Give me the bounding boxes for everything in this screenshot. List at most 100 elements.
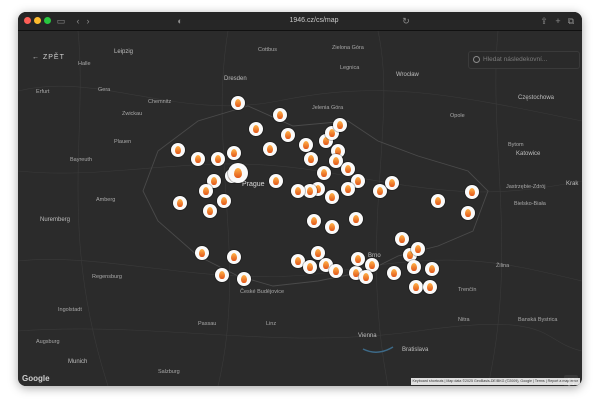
city-label: Nuremberg xyxy=(40,217,71,223)
city-label: Regensburg xyxy=(92,274,122,280)
fire-marker[interactable] xyxy=(407,260,421,274)
fire-marker[interactable] xyxy=(461,206,475,220)
report-error-link[interactable]: Report a map error xyxy=(548,379,578,383)
city-label: Linz xyxy=(266,321,277,327)
search-box[interactable]: Hledat následekovní... xyxy=(468,51,580,69)
share-icon[interactable]: ⇪ xyxy=(540,15,548,27)
fire-marker[interactable] xyxy=(203,204,217,218)
browser-window: ▭ ‹ › ◐ 1946.cz/cs/map ↻ ⇪ + ⧉ Leipzig D… xyxy=(18,12,582,386)
browser-titlebar: ▭ ‹ › ◐ 1946.cz/cs/map ↻ ⇪ + ⧉ xyxy=(18,12,582,31)
fire-marker[interactable] xyxy=(171,143,185,157)
terms-link[interactable]: Terms xyxy=(535,379,545,383)
fire-marker[interactable] xyxy=(423,280,437,294)
fire-marker[interactable] xyxy=(281,128,295,142)
fire-marker[interactable] xyxy=(325,190,339,204)
fire-marker-cluster[interactable] xyxy=(228,163,248,183)
fire-marker[interactable] xyxy=(317,166,331,180)
city-label: Augsburg xyxy=(36,339,60,345)
city-label: Katowice xyxy=(516,151,541,157)
city-label: Vienna xyxy=(358,333,377,339)
fire-marker[interactable] xyxy=(173,196,187,210)
city-label: Passau xyxy=(198,321,217,327)
fire-marker[interactable] xyxy=(227,250,241,264)
city-label: Ingolstadt xyxy=(58,307,82,313)
sidebar-toggle-icon[interactable]: ▭ xyxy=(56,15,66,27)
fire-marker[interactable] xyxy=(273,108,287,122)
fire-marker[interactable] xyxy=(269,174,283,188)
city-label: Halle xyxy=(78,61,91,67)
city-label: Amberg xyxy=(96,197,116,203)
fire-marker[interactable] xyxy=(325,220,339,234)
map-background xyxy=(18,31,582,386)
fire-marker[interactable] xyxy=(395,232,409,246)
fire-marker[interactable] xyxy=(465,185,479,199)
fire-marker[interactable] xyxy=(199,184,213,198)
city-label: Prague xyxy=(242,181,265,188)
city-label: Legnica xyxy=(340,65,360,71)
fire-marker[interactable] xyxy=(409,280,423,294)
city-label: Bayreuth xyxy=(70,157,93,163)
city-label: Dresden xyxy=(224,76,247,82)
fire-marker[interactable] xyxy=(387,266,401,280)
fire-marker[interactable] xyxy=(211,152,225,166)
city-label: Gera xyxy=(98,87,111,93)
search-icon xyxy=(473,56,480,63)
city-label: Bielsko-Biała xyxy=(514,201,546,207)
back-label: ZPĚT xyxy=(42,54,65,61)
fire-marker[interactable] xyxy=(303,260,317,274)
fire-marker[interactable] xyxy=(303,184,317,198)
fire-marker[interactable] xyxy=(195,246,209,260)
city-label: Jelenia Góra xyxy=(312,105,344,111)
fire-marker[interactable] xyxy=(249,122,263,136)
city-label: Bratislava xyxy=(402,347,429,353)
google-logo: Google xyxy=(22,374,50,383)
fire-marker[interactable] xyxy=(411,242,425,256)
city-label: Nitra xyxy=(458,317,470,323)
fire-marker[interactable] xyxy=(304,152,318,166)
fire-marker[interactable] xyxy=(215,268,229,282)
map-canvas[interactable]: Leipzig Dresden Wrocław Częstochowa Prag… xyxy=(18,31,582,386)
back-arrow-icon[interactable]: ‹ xyxy=(74,15,82,27)
address-bar[interactable]: 1946.cz/cs/map xyxy=(194,15,426,27)
minimize-window-button[interactable] xyxy=(34,17,41,24)
fire-marker[interactable] xyxy=(431,194,445,208)
forward-arrow-icon[interactable]: › xyxy=(84,15,92,27)
close-window-button[interactable] xyxy=(24,17,31,24)
fire-marker[interactable] xyxy=(341,182,355,196)
privacy-shield-icon[interactable]: ◐ xyxy=(176,15,184,27)
city-label: Plauen xyxy=(114,139,132,145)
reload-icon[interactable]: ↻ xyxy=(402,15,410,27)
city-label: Erfurt xyxy=(36,89,50,95)
city-label: Leipzig xyxy=(114,49,134,55)
fire-marker[interactable] xyxy=(385,176,399,190)
fire-marker[interactable] xyxy=(349,212,363,226)
fire-marker[interactable] xyxy=(425,262,439,276)
city-label: Cottbus xyxy=(258,47,277,53)
fire-marker[interactable] xyxy=(291,184,305,198)
back-button[interactable]: ← ZPĚT xyxy=(32,52,65,64)
city-label: Banská Bystrica xyxy=(518,317,558,323)
city-label: Zielona Góra xyxy=(332,45,364,51)
zoom-window-button[interactable] xyxy=(44,17,51,24)
city-label: Częstochowa xyxy=(518,95,555,101)
fire-marker[interactable] xyxy=(231,96,245,110)
fire-marker[interactable] xyxy=(237,272,251,286)
fire-marker[interactable] xyxy=(191,152,205,166)
new-tab-icon[interactable]: + xyxy=(554,15,562,27)
url-text: 1946.cz/cs/map xyxy=(289,17,339,24)
search-input[interactable]: Hledat následekovní... xyxy=(483,52,547,68)
fire-marker[interactable] xyxy=(351,252,365,266)
fire-marker[interactable] xyxy=(299,138,313,152)
fire-marker[interactable] xyxy=(227,146,241,160)
fire-marker[interactable] xyxy=(341,162,355,176)
tab-overview-icon[interactable]: ⧉ xyxy=(567,15,575,27)
city-label: Munich xyxy=(68,359,88,365)
city-label: České Budějovice xyxy=(240,289,285,295)
fire-marker[interactable] xyxy=(329,264,343,278)
fire-marker[interactable] xyxy=(333,118,347,132)
fire-marker[interactable] xyxy=(307,214,321,228)
fire-marker[interactable] xyxy=(263,142,277,156)
fire-marker[interactable] xyxy=(217,194,231,208)
fire-marker[interactable] xyxy=(359,270,373,284)
keyboard-shortcuts-link[interactable]: Keyboard shortcuts xyxy=(413,379,444,383)
